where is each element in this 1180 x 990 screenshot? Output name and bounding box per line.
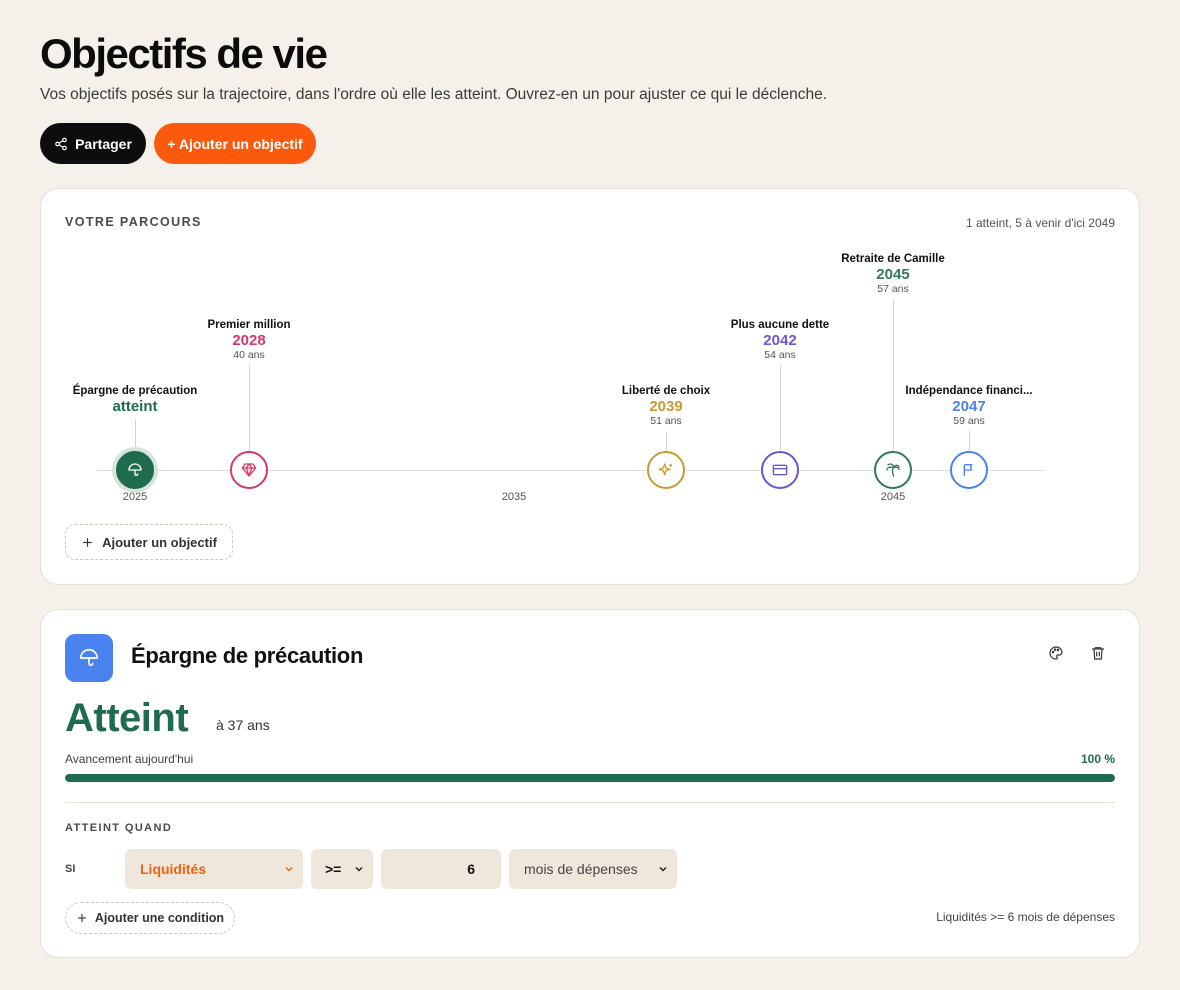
- progress-bar: [65, 774, 1115, 782]
- flag-icon: [963, 464, 973, 476]
- umbrella-icon: [79, 649, 99, 667]
- timeline-goal-age: 51 ans: [650, 415, 682, 427]
- condition-value: 6: [467, 861, 475, 877]
- plus-icon: [83, 537, 92, 547]
- condition-unit-select[interactable]: mois de dépenses: [509, 849, 677, 889]
- credit-card-icon: [772, 464, 788, 476]
- plus-icon: [77, 914, 86, 922]
- timeline-goal-label[interactable]: Épargne de précaution atteint: [73, 385, 198, 415]
- page-title: Objectifs de vie: [40, 30, 328, 77]
- timeline-goal-age: 59 ans: [953, 415, 985, 427]
- timeline-goal-year: 2045: [876, 266, 910, 283]
- timeline-goal-status: atteint: [112, 398, 158, 415]
- timeline-goal-age: 54 ans: [764, 349, 796, 361]
- chevron-down-icon: [285, 866, 293, 872]
- page-subtitle: Vos objectifs posés sur la trajectoire, …: [40, 86, 828, 103]
- color-palette-button[interactable]: [1045, 642, 1067, 664]
- add-condition-label: Ajouter une condition: [94, 911, 225, 925]
- umbrella-icon: [128, 463, 142, 476]
- timeline-goal-marker[interactable]: [647, 451, 685, 489]
- timeline-goal-name: Indépendance financi...: [905, 385, 1033, 397]
- goal-status-age: à 37 ans: [216, 717, 270, 733]
- timeline-goal-marker[interactable]: [116, 451, 154, 489]
- timeline-goal-label[interactable]: Indépendance financi... 2047 59 ans: [905, 385, 1032, 427]
- divider: [65, 802, 1115, 803]
- add-condition-button[interactable]: Ajouter une condition: [65, 902, 235, 934]
- condition-operator-value: >=: [325, 861, 342, 877]
- condition-unit-value: mois de dépenses: [524, 861, 638, 877]
- timeline-goal-name: Plus aucune dette: [730, 319, 830, 331]
- axis-tick: 2025: [122, 491, 148, 503]
- diamond-icon: [241, 463, 257, 477]
- condition-operator-select[interactable]: >=: [311, 849, 373, 889]
- timeline-goal-name: Épargne de précaution: [72, 385, 198, 397]
- share-icon: [55, 137, 67, 150]
- condition-prefix: SI: [65, 863, 76, 875]
- timeline-goal-label[interactable]: Retraite de Camille 2045 57 ans: [841, 253, 945, 295]
- timeline-goal-marker[interactable]: [874, 451, 912, 489]
- add-goal-button-label: + Ajouter un objectif: [167, 135, 303, 152]
- sparkles-icon: [658, 463, 672, 476]
- timeline-goal-age: 40 ans: [233, 349, 265, 361]
- timeline-add-goal-label: Ajouter un objectif: [102, 534, 217, 550]
- progress-label: Avancement aujourd'hui: [65, 752, 194, 766]
- condition-value-input[interactable]: 6: [381, 849, 501, 889]
- axis-tick: 2045: [880, 491, 906, 503]
- share-button-label: Partager: [75, 135, 132, 152]
- add-goal-button[interactable]: + Ajouter un objectif: [154, 123, 316, 164]
- timeline-goal-name: Liberté de choix: [621, 385, 711, 397]
- timeline-goal-marker[interactable]: [230, 451, 268, 489]
- chevron-down-icon: [659, 866, 667, 872]
- timeline-goal-label[interactable]: Premier million 2028 40 ans: [207, 319, 290, 361]
- goal-icon-tile[interactable]: [65, 634, 113, 682]
- trash-icon: [1092, 647, 1104, 660]
- timeline-goal-name: Retraite de Camille: [841, 253, 945, 265]
- timeline-goal-age: 57 ans: [877, 283, 909, 295]
- palette-icon: [1049, 646, 1063, 660]
- condition-metric-select[interactable]: Liquidités: [125, 849, 303, 889]
- timeline-goal-marker[interactable]: [950, 451, 988, 489]
- share-button[interactable]: Partager: [40, 123, 146, 164]
- journey-card: VOTRE PARCOURS 1 atteint, 5 à venir d'ic…: [40, 188, 1140, 585]
- goal-detail-card: Épargne de précaution Atteint à 37 ans A…: [40, 609, 1140, 958]
- journey-section-label: VOTRE PARCOURS: [65, 215, 202, 229]
- timeline-goal-label[interactable]: Liberté de choix 2039 51 ans: [622, 385, 710, 427]
- timeline-add-goal-button[interactable]: Ajouter un objectif: [65, 524, 233, 560]
- timeline-goal-label[interactable]: Plus aucune dette 2042 54 ans: [731, 319, 829, 361]
- timeline-goal-year: 2039: [649, 398, 683, 415]
- axis-tick: 2035: [501, 491, 527, 503]
- goal-status: Atteint: [65, 696, 189, 740]
- condition-summary: Liquidités >= 6 mois de dépenses: [936, 910, 1115, 924]
- timeline-goal-marker[interactable]: [761, 451, 799, 489]
- progress-percent: 100 %: [1080, 752, 1115, 766]
- delete-goal-button[interactable]: [1087, 642, 1109, 664]
- condition-metric-value: Liquidités: [140, 861, 207, 877]
- timeline-goal-year: 2047: [952, 398, 986, 415]
- timeline-goal-year: 2028: [232, 332, 266, 349]
- palm-tree-icon: [886, 463, 900, 477]
- goal-title[interactable]: Épargne de précaution: [131, 643, 363, 669]
- condition-section-label: ATTEINT QUAND: [65, 822, 173, 834]
- progress-bar-fill: [65, 774, 1115, 782]
- journey-summary: 1 atteint, 5 à venir d'ici 2049: [965, 216, 1115, 230]
- timeline-goal-name: Premier million: [207, 319, 291, 331]
- timeline-goal-year: 2042: [763, 332, 797, 349]
- chevron-down-icon: [355, 866, 363, 872]
